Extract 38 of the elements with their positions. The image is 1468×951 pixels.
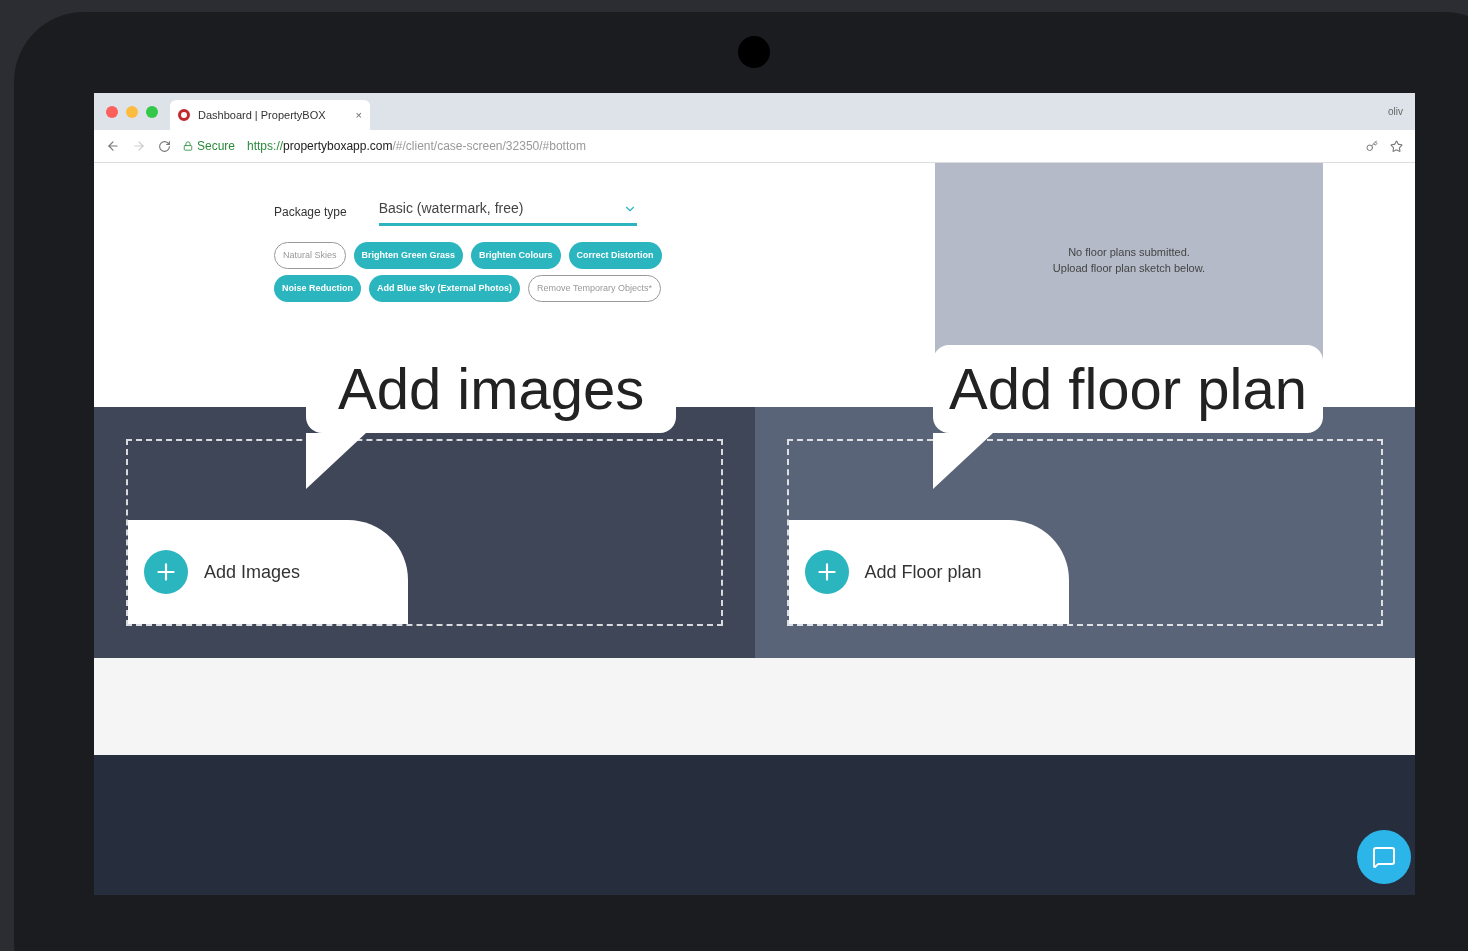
- option-chip[interactable]: Add Blue Sky (External Photos): [369, 275, 521, 302]
- upload-label: Add Floor plan: [864, 560, 982, 584]
- forward-icon[interactable]: [132, 139, 146, 153]
- bookmark-star-icon[interactable]: [1390, 139, 1403, 153]
- chat-icon: [1372, 845, 1396, 869]
- chat-button[interactable]: [1357, 830, 1411, 884]
- dropzone[interactable]: Add Floor plan: [786, 439, 1383, 626]
- back-icon[interactable]: [106, 139, 120, 153]
- dropzone[interactable]: Add Images: [126, 439, 723, 626]
- callout-text: Add floor plan: [949, 356, 1307, 421]
- minimize-window-icon[interactable]: [126, 105, 138, 118]
- site-logo-icon: [178, 109, 190, 121]
- browser-tab[interactable]: Dashboard | PropertyBOX ×: [170, 100, 370, 130]
- address-field[interactable]: Secure https://propertyboxapp.com/#/client/case-screen/32350/#bottom: [183, 137, 1354, 155]
- url-text: https://propertyboxapp.com/#/client/case-screen/32350/#bottom: [247, 138, 586, 155]
- option-chip[interactable]: Natural Skies: [274, 242, 346, 269]
- lock-icon: [183, 141, 193, 151]
- preview-message: Upload floor plan sketch below.: [1052, 261, 1206, 276]
- camera-icon: [738, 36, 770, 68]
- add-button[interactable]: [144, 550, 188, 594]
- package-type-label: Package type: [274, 204, 347, 221]
- option-chip[interactable]: Noise Reduction: [274, 275, 361, 302]
- maximize-window-icon[interactable]: [146, 105, 158, 118]
- package-type-select[interactable]: Basic (watermark, free): [378, 198, 637, 226]
- reload-icon[interactable]: [158, 139, 171, 153]
- secure-label: Secure: [197, 138, 236, 155]
- option-chip[interactable]: Correct Distortion: [568, 242, 662, 269]
- profile-label[interactable]: oliv: [1388, 104, 1403, 119]
- preview-message: No floor plans submitted.: [1068, 244, 1190, 260]
- tab-close-button[interactable]: ×: [355, 106, 362, 124]
- option-chip[interactable]: Remove Temporary Objects*: [528, 275, 661, 302]
- upload-label: Add Images: [204, 560, 301, 584]
- option-chip[interactable]: Brighten Colours: [471, 242, 561, 269]
- option-chip[interactable]: Brighten Green Grass: [353, 242, 464, 269]
- add-button[interactable]: [804, 550, 849, 594]
- close-window-icon[interactable]: [106, 105, 118, 118]
- key-icon[interactable]: [1366, 140, 1378, 152]
- callout-text: Add images: [338, 356, 645, 421]
